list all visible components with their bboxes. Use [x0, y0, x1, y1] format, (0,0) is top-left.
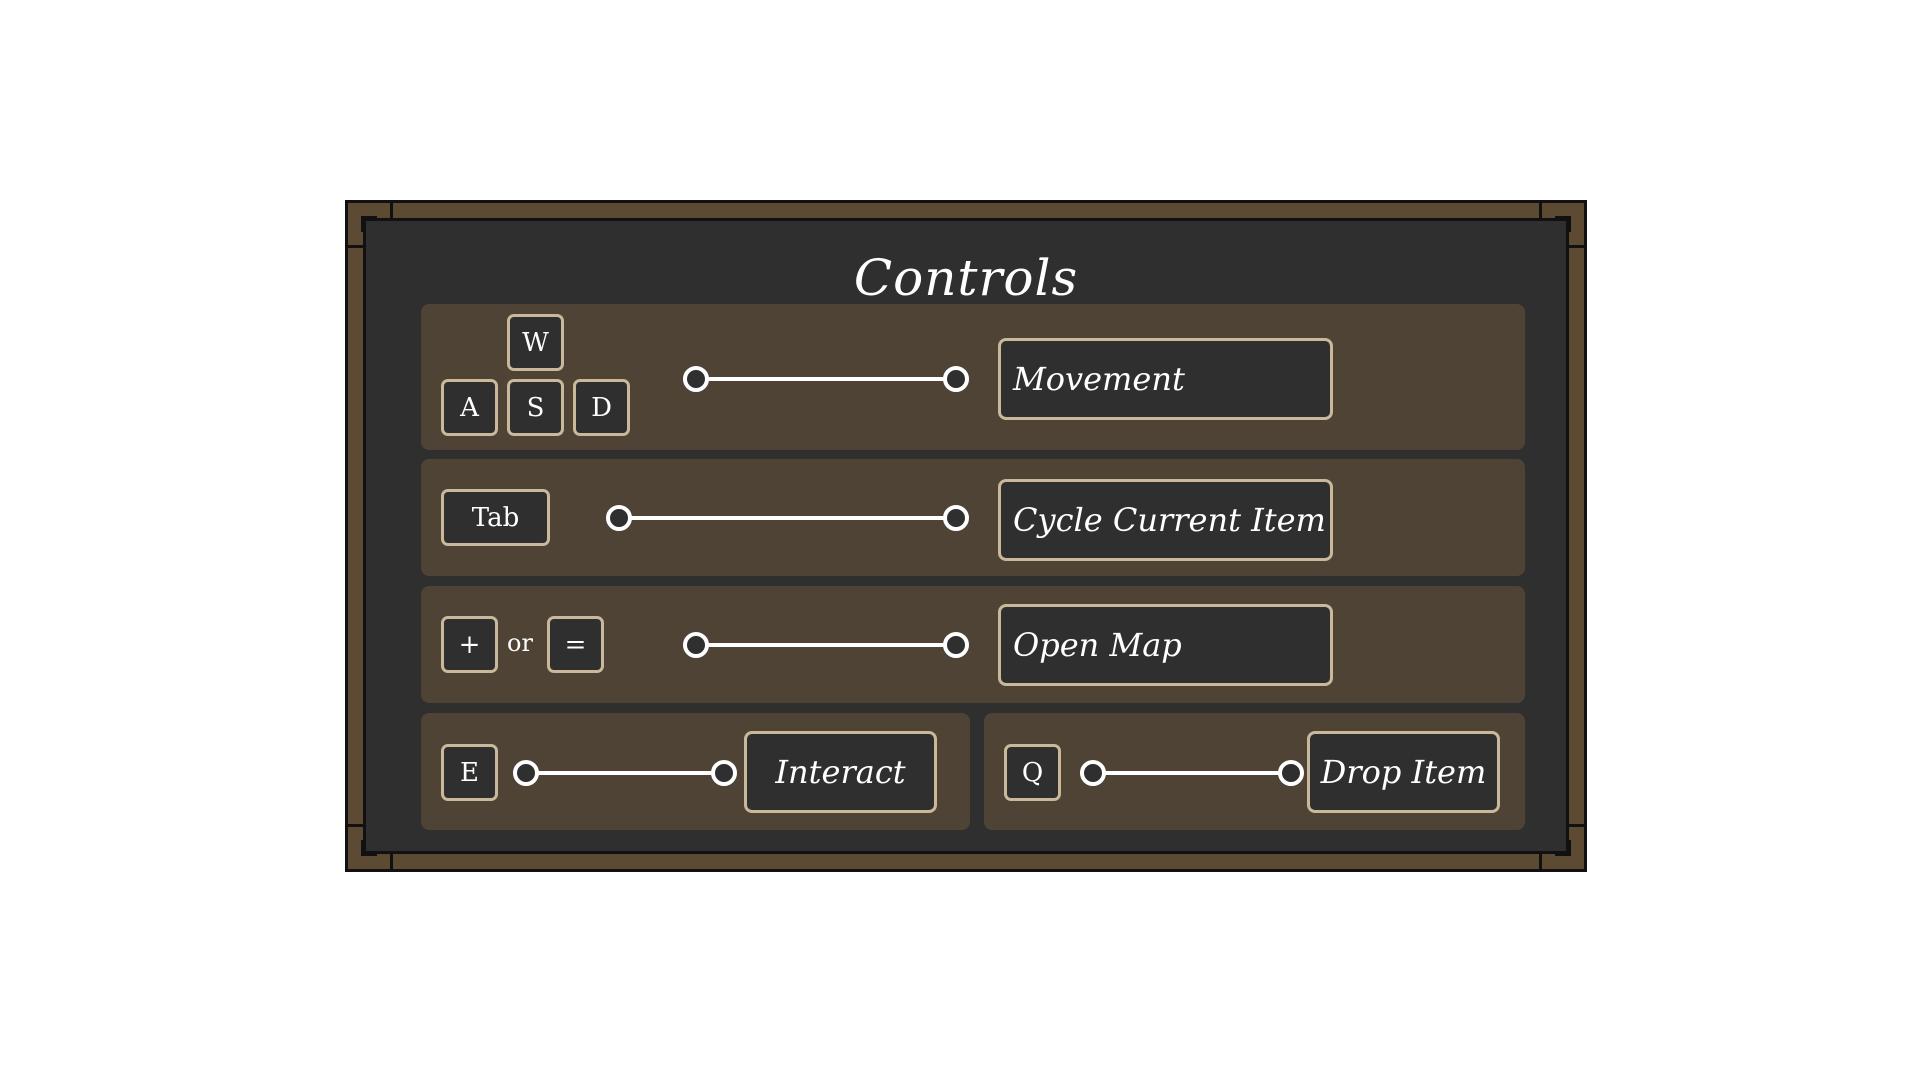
binding-row-cycle: Tab Cycle Current Item — [421, 459, 1525, 576]
key-tab[interactable]: Tab — [441, 489, 550, 546]
key-s[interactable]: S — [507, 379, 564, 436]
action-label-movement: Movement — [998, 338, 1333, 420]
binding-row-map: + or = Open Map — [421, 586, 1525, 703]
binding-connector — [683, 366, 969, 392]
action-label-drop: Drop Item — [1307, 731, 1500, 813]
key-equals[interactable]: = — [547, 616, 604, 673]
binding-connector — [1080, 760, 1304, 786]
key-w[interactable]: W — [507, 314, 564, 371]
key-e[interactable]: E — [441, 744, 498, 801]
action-label-cycle: Cycle Current Item — [998, 479, 1333, 561]
controls-panel-frame: Controls W A S D Movement Tab Cycle Curr… — [345, 200, 1587, 872]
binding-connector — [683, 632, 969, 658]
controls-panel: Controls W A S D Movement Tab Cycle Curr… — [363, 218, 1569, 854]
key-a[interactable]: A — [441, 379, 498, 436]
action-label-map: Open Map — [998, 604, 1333, 686]
binding-row-drop: Q Drop Item — [984, 713, 1525, 830]
or-separator: or — [507, 629, 533, 657]
binding-connector — [513, 760, 737, 786]
key-d[interactable]: D — [573, 379, 630, 436]
action-label-interact: Interact — [744, 731, 937, 813]
binding-row-interact: E Interact — [421, 713, 970, 830]
binding-connector — [606, 505, 969, 531]
panel-title: Controls — [853, 249, 1079, 307]
key-plus[interactable]: + — [441, 616, 498, 673]
key-q[interactable]: Q — [1004, 744, 1061, 801]
binding-row-movement: W A S D Movement — [421, 304, 1525, 450]
